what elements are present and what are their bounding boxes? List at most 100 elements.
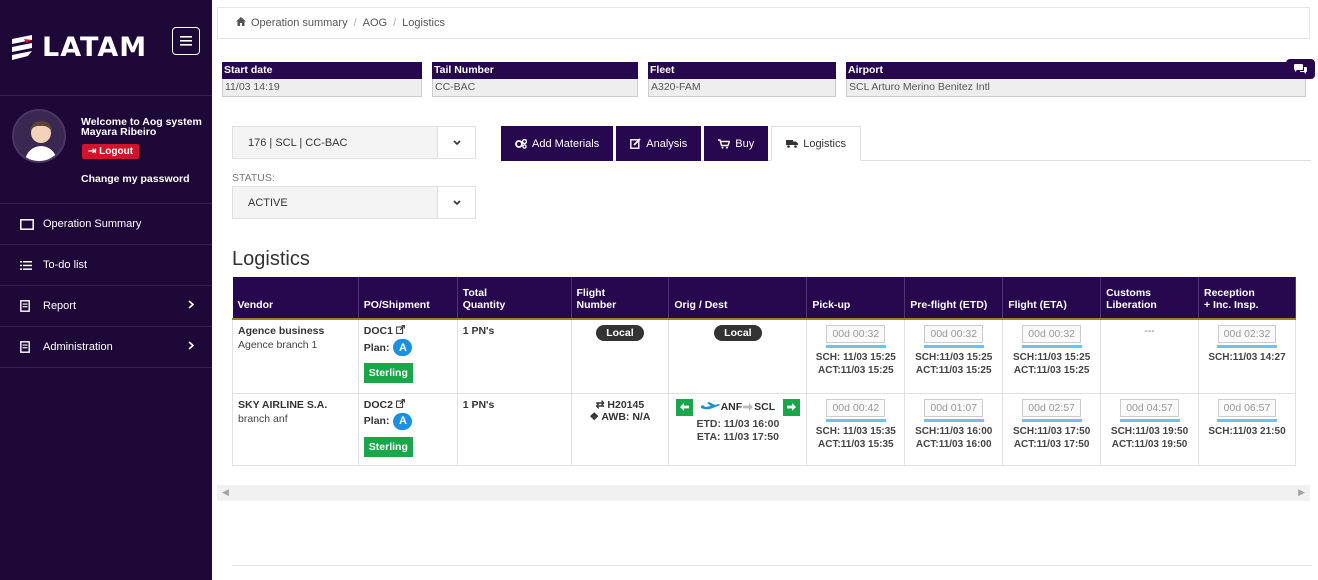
- breadcrumb-home[interactable]: Operation summary: [251, 17, 348, 29]
- header-label: Flight: [576, 287, 606, 299]
- status-select[interactable]: ACTIVE: [232, 186, 476, 219]
- latam-logo[interactable]: LATAM: [10, 32, 147, 63]
- scroll-right-icon[interactable]: ▶: [1298, 487, 1305, 498]
- actual-time: ACT:11/03 16:00: [915, 438, 992, 450]
- plan-badge[interactable]: A: [393, 339, 413, 356]
- col-header-customs[interactable]: Customs Liberation: [1100, 277, 1199, 320]
- carrier-badge: Sterling: [363, 436, 413, 457]
- doc-link[interactable]: DOC2: [364, 399, 452, 411]
- tab-buy[interactable]: Buy: [704, 126, 769, 161]
- table-header-row: Vendor PO/Shipment Total Quantity Flight N…: [232, 277, 1296, 320]
- col-header-flight-eta[interactable]: Flight (ETA): [1002, 277, 1102, 320]
- logistics-table: Vendor PO/Shipment Total Quantity Flight N…: [232, 277, 1296, 466]
- nav-item-report[interactable]: Report: [0, 286, 212, 327]
- arrow-right-button[interactable]: [783, 398, 801, 416]
- profile-panel: Welcome to Aog system Mayara Ribeiro ⇥ L…: [0, 96, 212, 204]
- header-label: Pick-up: [812, 299, 851, 311]
- col-header-orig-dest[interactable]: Orig / Dest: [668, 277, 808, 320]
- tab-label: Add Materials: [532, 137, 600, 150]
- action-tabs: Add Materials Analysis Buy Logistics: [501, 126, 864, 161]
- plan-badge[interactable]: A: [393, 412, 413, 430]
- nav-label: Operation Summary: [43, 218, 142, 230]
- col-header-preflight[interactable]: Pre-flight (ETD): [904, 277, 1004, 320]
- main-content: Operation summary / AOG / Logistics Star…: [212, 0, 1318, 580]
- header-label: PO/Shipment: [363, 299, 430, 311]
- timer: 00d 01:07: [924, 398, 984, 417]
- reception-cell: 00d 02:32 SCH:11/03 14:27: [1198, 318, 1296, 394]
- tail-number-field: Tail Number CC-BAC: [432, 62, 638, 97]
- tail-number-label: Tail Number: [432, 62, 638, 79]
- external-link-icon: [395, 325, 405, 337]
- quantity-cell: 1 PN's: [456, 318, 572, 394]
- col-header-pickup[interactable]: Pick-up: [806, 277, 906, 320]
- section-title: Logistics: [232, 248, 310, 270]
- brand-header: LATAM: [0, 0, 212, 96]
- menu-toggle-button[interactable]: [172, 27, 200, 55]
- doc-label: DOC2: [363, 398, 393, 411]
- preflight-cell: 00d 01:07 SCH:11/03 16:00 ACT:11/03 16:0…: [904, 392, 1004, 466]
- timer: 00d 06:57: [1217, 398, 1277, 417]
- exchange-icon: ⇄: [595, 398, 605, 411]
- nav-item-operation-summary[interactable]: Operation Summary: [0, 204, 212, 245]
- fleet-label: Fleet: [648, 62, 836, 79]
- arrow-right-icon: [743, 403, 754, 411]
- schedule-time: SCH:11/03 21:50: [1208, 425, 1286, 437]
- timer-bar: [1119, 418, 1180, 422]
- logout-icon: ⇥: [88, 146, 97, 157]
- actual-time: ACT:11/03 15:25: [818, 365, 894, 376]
- col-header-total-quantity[interactable]: Total Quantity: [457, 277, 572, 320]
- aog-select[interactable]: 176 | SCL | CC-BAC: [232, 126, 476, 159]
- scroll-left-icon[interactable]: ◀: [222, 487, 229, 498]
- chevron-down-icon: [437, 187, 475, 218]
- col-header-flight-number[interactable]: Flight Number: [571, 277, 670, 320]
- arrow-left-button[interactable]: [675, 398, 693, 416]
- local-badge: Local: [714, 325, 762, 341]
- timer-bar: [1217, 345, 1277, 348]
- timer: 00d 00:42: [826, 398, 886, 417]
- flight-number-cell: ⇄ H20145 ❖ AWB: N/A: [570, 392, 670, 466]
- tab-analysis[interactable]: Analysis: [616, 126, 702, 161]
- col-header-reception[interactable]: Reception + Inc. Insp.: [1198, 277, 1296, 320]
- nav-item-todo-list[interactable]: To-do list: [0, 245, 212, 286]
- vendor-name: SKY AIRLINE S.A.: [238, 398, 328, 411]
- header-label: Reception: [1204, 287, 1255, 299]
- col-header-po[interactable]: PO/Shipment: [358, 277, 458, 320]
- brand-name: LATAM: [42, 32, 148, 63]
- vendor-name: Agence business: [238, 325, 325, 337]
- schedule-time: SCH:11/03 14:27: [1208, 352, 1286, 363]
- col-header-vendor[interactable]: Vendor: [232, 277, 359, 320]
- actual-time: ACT:11/03 17:50: [1013, 438, 1090, 450]
- schedule-time: SCH:11/03 17:50: [1013, 425, 1091, 437]
- timer-bar: [1217, 418, 1277, 422]
- breadcrumb-aog[interactable]: AOG: [363, 17, 387, 29]
- nav-item-administration[interactable]: Administration: [0, 327, 212, 368]
- doc-link[interactable]: DOC1: [364, 325, 452, 337]
- vendor-cell: Agence business Agence branch 1: [232, 318, 359, 394]
- tab-logistics[interactable]: Logistics: [771, 126, 861, 161]
- chevron-right-icon: [188, 300, 195, 312]
- chevron-down-icon: [437, 127, 475, 158]
- po-cell: DOC2 Plan: A Sterling: [357, 392, 458, 466]
- timer-bar: [1021, 345, 1082, 348]
- airport-value: SCL Arturo Merino Benitez Intl: [846, 79, 1306, 97]
- flight-eta-cell: 00d 02:57 SCH:11/03 17:50 ACT:11/03 17:5…: [1002, 392, 1102, 466]
- fleet-value: A320-FAM: [648, 79, 836, 97]
- header-label: Orig / Dest: [674, 299, 728, 311]
- orig-dest-cell: ANF SCL ETD: 11/03 16:00 ETA: 11/03 17:5…: [668, 392, 808, 466]
- breadcrumb-separator: /: [393, 17, 397, 29]
- header-label: Quantity: [462, 299, 506, 311]
- change-password-link[interactable]: Change my password: [81, 173, 190, 185]
- monitor-icon: [20, 218, 34, 230]
- logout-label: Logout: [99, 146, 134, 157]
- customs-cell: ---: [1100, 318, 1199, 394]
- chat-button[interactable]: [1286, 59, 1315, 79]
- customs-cell: 00d 04:57 SCH:11/03 19:50 ACT:11/03 19:5…: [1100, 392, 1199, 466]
- timer: 00d 00:32: [826, 325, 886, 343]
- tail-number-value: CC-BAC: [432, 79, 638, 97]
- destination-code: SCL: [754, 401, 776, 413]
- aog-select-value: 176 | SCL | CC-BAC: [248, 136, 348, 149]
- logout-button[interactable]: ⇥ Logout: [82, 144, 140, 159]
- horizontal-scrollbar[interactable]: ◀ ▶: [217, 485, 1310, 501]
- avatar: [12, 109, 66, 163]
- tab-add-materials[interactable]: Add Materials: [501, 126, 614, 161]
